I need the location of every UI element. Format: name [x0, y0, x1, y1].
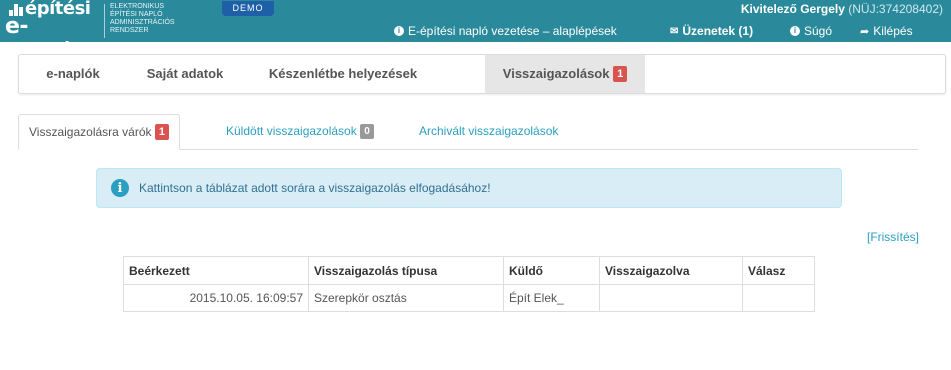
alert-text: Kattintson a táblázat adott sorára a vis… — [139, 181, 491, 195]
tab-archived-confirmations[interactable]: Archivált visszaigazolások — [419, 114, 558, 150]
envelope-icon: ✉ — [670, 25, 679, 37]
table-header-row: Beérkezett Visszaigazolás típusa Küldő V… — [123, 256, 815, 285]
cell-received: 2015.10.05. 16:09:57 — [123, 284, 309, 312]
cell-confirmed — [599, 284, 743, 312]
info-alert: i Kattintson a táblázat adott sorára a v… — [96, 168, 842, 208]
info-icon: i — [394, 26, 404, 36]
cell-sender: Épít Elek_ — [503, 284, 600, 312]
info-icon: i — [111, 179, 129, 197]
table-row[interactable]: 2015.10.05. 16:09:57 Szerepkör osztás Ép… — [123, 284, 815, 312]
nav-item-sajat-adatok[interactable]: Saját adatok — [127, 55, 243, 93]
nav-item-visszaigazolasok[interactable]: Visszaigazolások 1 — [485, 55, 645, 93]
refresh-link[interactable]: [Frissítés] — [867, 230, 919, 244]
confirmations-table: Beérkezett Visszaigazolás típusa Küldő V… — [123, 256, 815, 312]
logo-divider — [104, 4, 105, 38]
logo-subtitle: ELEKTRONIKUS ÉPÍTÉSI NAPLÓ ADMINISZTRÁCI… — [110, 3, 175, 34]
cell-response — [742, 284, 815, 312]
user-name: Kivitelező Gergely — [740, 2, 845, 16]
column-header-response[interactable]: Válasz — [742, 256, 815, 285]
help-link[interactable]: i Súgó — [790, 24, 832, 38]
tab-sent-confirmations[interactable]: Küldött visszaigazolások 0 — [226, 114, 375, 150]
guide-link[interactable]: i E-építési napló vezetése – alaplépések — [394, 24, 617, 38]
user-id: (NÜJ:374208402) — [848, 2, 943, 16]
column-header-sender[interactable]: Küldő — [503, 256, 600, 285]
column-header-received[interactable]: Beérkezett — [123, 256, 309, 285]
logout-link[interactable]: ➦ Kilépés — [860, 24, 913, 38]
messages-link[interactable]: ✉ Üzenetek (1) — [670, 24, 753, 38]
top-header: építési e-napló ELEKTRONIKUS ÉPÍTÉSI NAP… — [0, 0, 951, 65]
share-arrow-icon: ➦ — [860, 25, 870, 38]
main-navigation: e-naplók Saját adatok Készenlétbe helyez… — [18, 54, 946, 94]
nav-item-e-naplok[interactable]: e-naplók — [19, 55, 127, 93]
demo-badge: DEMO — [222, 1, 274, 16]
tab-pending-confirmations[interactable]: Visszaigazolásra várók 1 — [18, 114, 180, 150]
column-header-type[interactable]: Visszaigazolás típusa — [308, 256, 504, 285]
cell-type: Szerepkör osztás — [308, 284, 504, 312]
count-badge: 1 — [613, 66, 628, 82]
count-badge: 0 — [360, 124, 375, 139]
sub-tabs: Visszaigazolásra várók 1 Küldött visszai… — [18, 114, 918, 150]
nav-item-keszenletbe-helyezesek[interactable]: Készenlétbe helyezések — [243, 55, 443, 93]
column-header-confirmed[interactable]: Visszaigazolva — [599, 256, 743, 285]
count-badge: 1 — [154, 124, 169, 140]
user-info: Kivitelező Gergely (NÜJ:374208402) — [741, 2, 943, 16]
info-icon: i — [790, 26, 800, 36]
